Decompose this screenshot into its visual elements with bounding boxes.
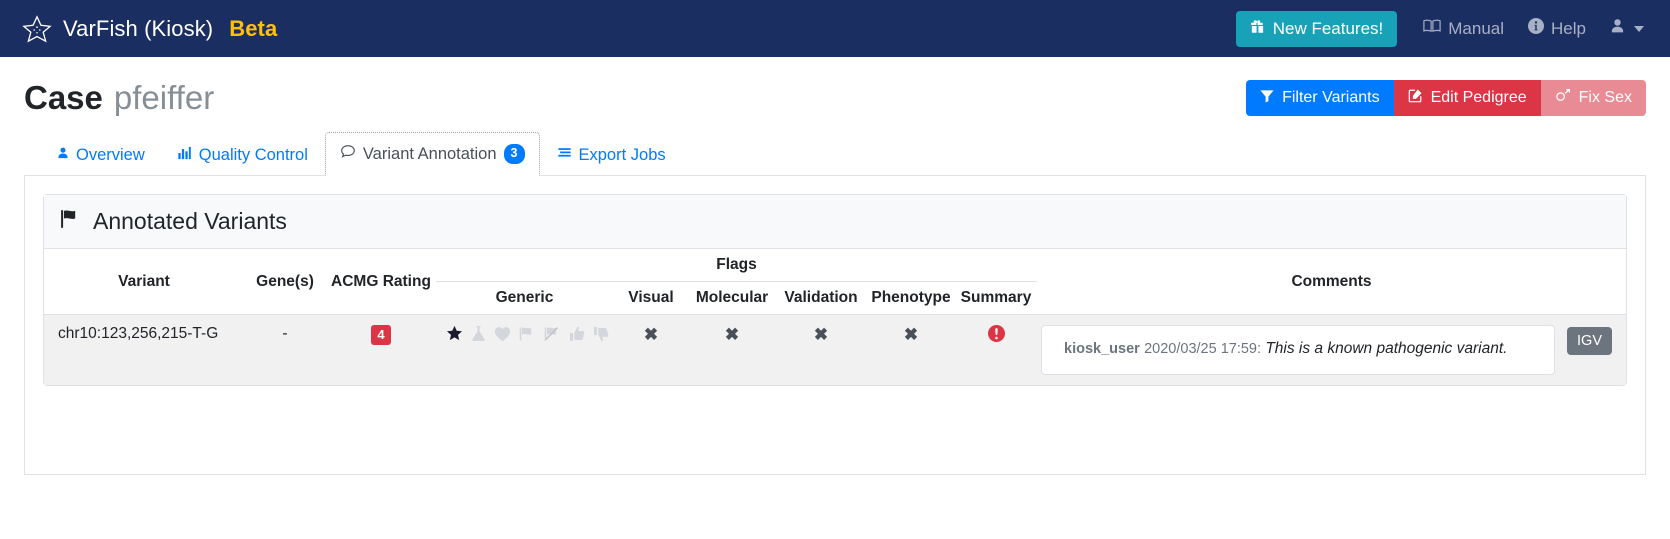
comment-box: kiosk_user 2020/03/25 17:59: This is a k… <box>1041 325 1556 375</box>
page-title-subject: pfeiffer <box>113 79 215 116</box>
flag-slash-icon[interactable] <box>544 326 561 347</box>
tab-export-jobs[interactable]: Export Jobs <box>542 134 681 176</box>
table-body: chr10:123,256,215-T-G - 4 ✖ ✖ ✖ ✖ kiosk_… <box>44 313 1626 385</box>
thumbs-up-icon[interactable] <box>569 326 585 347</box>
flask-icon[interactable] <box>471 325 486 347</box>
comment-text: This is a known pathogenic variant. <box>1265 340 1508 357</box>
table-head: Variant Gene(s) ACMG Rating Flags Commen… <box>44 249 1626 315</box>
header-molecular: Molecular <box>695 289 769 306</box>
heart-icon[interactable] <box>494 326 511 347</box>
filter-variants-label: Filter Variants <box>1282 89 1380 106</box>
header-acmg: ACMG Rating <box>331 272 431 290</box>
header-genes: Gene(s) <box>256 272 314 290</box>
page-title: Case pfeiffer <box>24 79 214 117</box>
cell-flag-molecular[interactable]: ✖ <box>689 313 775 385</box>
acmg-rating-badge[interactable]: 4 <box>371 325 391 345</box>
user-icon <box>57 146 69 165</box>
help-link[interactable]: Help <box>1516 12 1598 45</box>
brand-logo[interactable]: VarFish (Kiosk) Beta <box>22 14 277 44</box>
cell-flag-phenotype[interactable]: ✖ <box>867 313 955 385</box>
comment-icon <box>340 144 356 164</box>
star-icon[interactable] <box>446 325 463 347</box>
header-visual: Visual <box>628 289 674 306</box>
header-validation: Validation <box>784 289 858 306</box>
book-icon <box>1423 18 1441 39</box>
cell-genes: - <box>244 313 326 385</box>
new-features-button[interactable]: New Features! <box>1235 10 1398 47</box>
annotated-variants-card: Annotated Variants Variant Gene(s) ACMG … <box>43 194 1627 386</box>
page-body: Case pfeiffer Filter Variants Edit Pedigr… <box>0 57 1670 475</box>
comment-row: kiosk_user 2020/03/25 17:59: This is a k… <box>1041 325 1612 375</box>
comment-timestamp: 2020/03/25 17:59: <box>1144 341 1262 357</box>
header-generic: Generic <box>495 289 554 306</box>
top-navbar: VarFish (Kiosk) Beta New Features! Manua… <box>0 0 1670 57</box>
igv-button[interactable]: IGV <box>1567 327 1612 355</box>
header-variant: Variant <box>118 272 170 290</box>
filter-icon <box>1260 89 1274 108</box>
user-menu[interactable] <box>1598 12 1656 45</box>
info-circle-icon <box>1528 18 1545 39</box>
cell-flag-summary[interactable] <box>955 313 1037 385</box>
caret-down-icon <box>1634 25 1644 32</box>
edit-pedigree-button[interactable]: Edit Pedigree <box>1393 80 1541 116</box>
page-header: Case pfeiffer Filter Variants Edit Pedigr… <box>24 57 1646 131</box>
page-title-main: Case <box>24 79 103 116</box>
manual-link[interactable]: Manual <box>1411 12 1516 45</box>
tab-quality-control-label: Quality Control <box>198 146 308 164</box>
header-flags-group: Flags <box>436 249 1037 282</box>
flag-icon <box>60 208 82 235</box>
filter-variants-button[interactable]: Filter Variants <box>1246 80 1394 116</box>
cell-flag-validation[interactable]: ✖ <box>775 313 867 385</box>
exclamation-circle-icon <box>987 325 1005 346</box>
starfish-icon <box>22 14 52 44</box>
table-row[interactable]: chr10:123,256,215-T-G - 4 ✖ ✖ ✖ ✖ kiosk_… <box>44 313 1626 385</box>
table-header-row-1: Variant Gene(s) ACMG Rating Flags Commen… <box>44 249 1626 290</box>
tab-quality-control[interactable]: Quality Control <box>162 134 323 176</box>
tab-content-panel: Annotated Variants Variant Gene(s) ACMG … <box>24 176 1646 475</box>
fix-sex-label: Fix Sex <box>1578 89 1632 106</box>
header-phenotype: Phenotype <box>871 289 951 306</box>
flag-icon[interactable] <box>519 326 536 347</box>
annotated-variants-table: Variant Gene(s) ACMG Rating Flags Commen… <box>44 249 1626 385</box>
comment-author: kiosk_user <box>1064 341 1140 357</box>
list-icon <box>557 146 572 165</box>
tab-overview-label: Overview <box>76 146 145 164</box>
bar-chart-icon <box>177 146 192 165</box>
header-comments: Comments <box>1291 272 1372 290</box>
tab-variant-annotation-badge: 3 <box>503 144 525 164</box>
cell-comments: kiosk_user 2020/03/25 17:59: This is a k… <box>1037 313 1626 385</box>
manual-label: Manual <box>1448 18 1505 38</box>
card-header: Annotated Variants <box>44 195 1626 249</box>
help-label: Help <box>1551 18 1586 38</box>
venus-mars-icon <box>1555 88 1571 108</box>
fix-sex-button[interactable]: Fix Sex <box>1540 80 1646 116</box>
phenotype-flag-value: ✖ <box>903 325 919 344</box>
visual-flag-value: ✖ <box>643 325 659 344</box>
molecular-flag-value: ✖ <box>724 325 740 344</box>
validation-flag-value: ✖ <box>813 325 829 344</box>
brand-name: VarFish (Kiosk) <box>63 15 214 41</box>
navbar-right-group: New Features! Manual Help <box>1235 10 1656 47</box>
generic-flag-group <box>440 325 609 347</box>
cell-variant: chr10:123,256,215-T-G <box>44 313 244 385</box>
cell-flag-visual[interactable]: ✖ <box>613 313 689 385</box>
page-action-buttons: Filter Variants Edit Pedigree Fix Sex <box>1246 80 1646 116</box>
cell-acmg: 4 <box>326 313 436 385</box>
tab-bar: Overview Quality Control Variant Annotat… <box>24 131 1646 176</box>
user-icon <box>1610 18 1625 39</box>
edit-square-icon <box>1408 88 1423 108</box>
tab-export-jobs-label: Export Jobs <box>578 146 666 164</box>
card-title: Annotated Variants <box>93 208 287 234</box>
edit-pedigree-label: Edit Pedigree <box>1430 89 1527 106</box>
tab-variant-annotation[interactable]: Variant Annotation 3 <box>324 132 540 176</box>
cell-generic-flags <box>436 313 613 385</box>
header-summary: Summary <box>960 289 1032 306</box>
gift-icon <box>1250 19 1265 39</box>
tab-variant-annotation-label: Variant Annotation <box>362 144 497 163</box>
tab-overview[interactable]: Overview <box>42 134 160 176</box>
new-features-label: New Features! <box>1272 18 1384 38</box>
thumbs-down-icon[interactable] <box>593 326 609 347</box>
brand-beta-label: Beta <box>229 15 278 41</box>
